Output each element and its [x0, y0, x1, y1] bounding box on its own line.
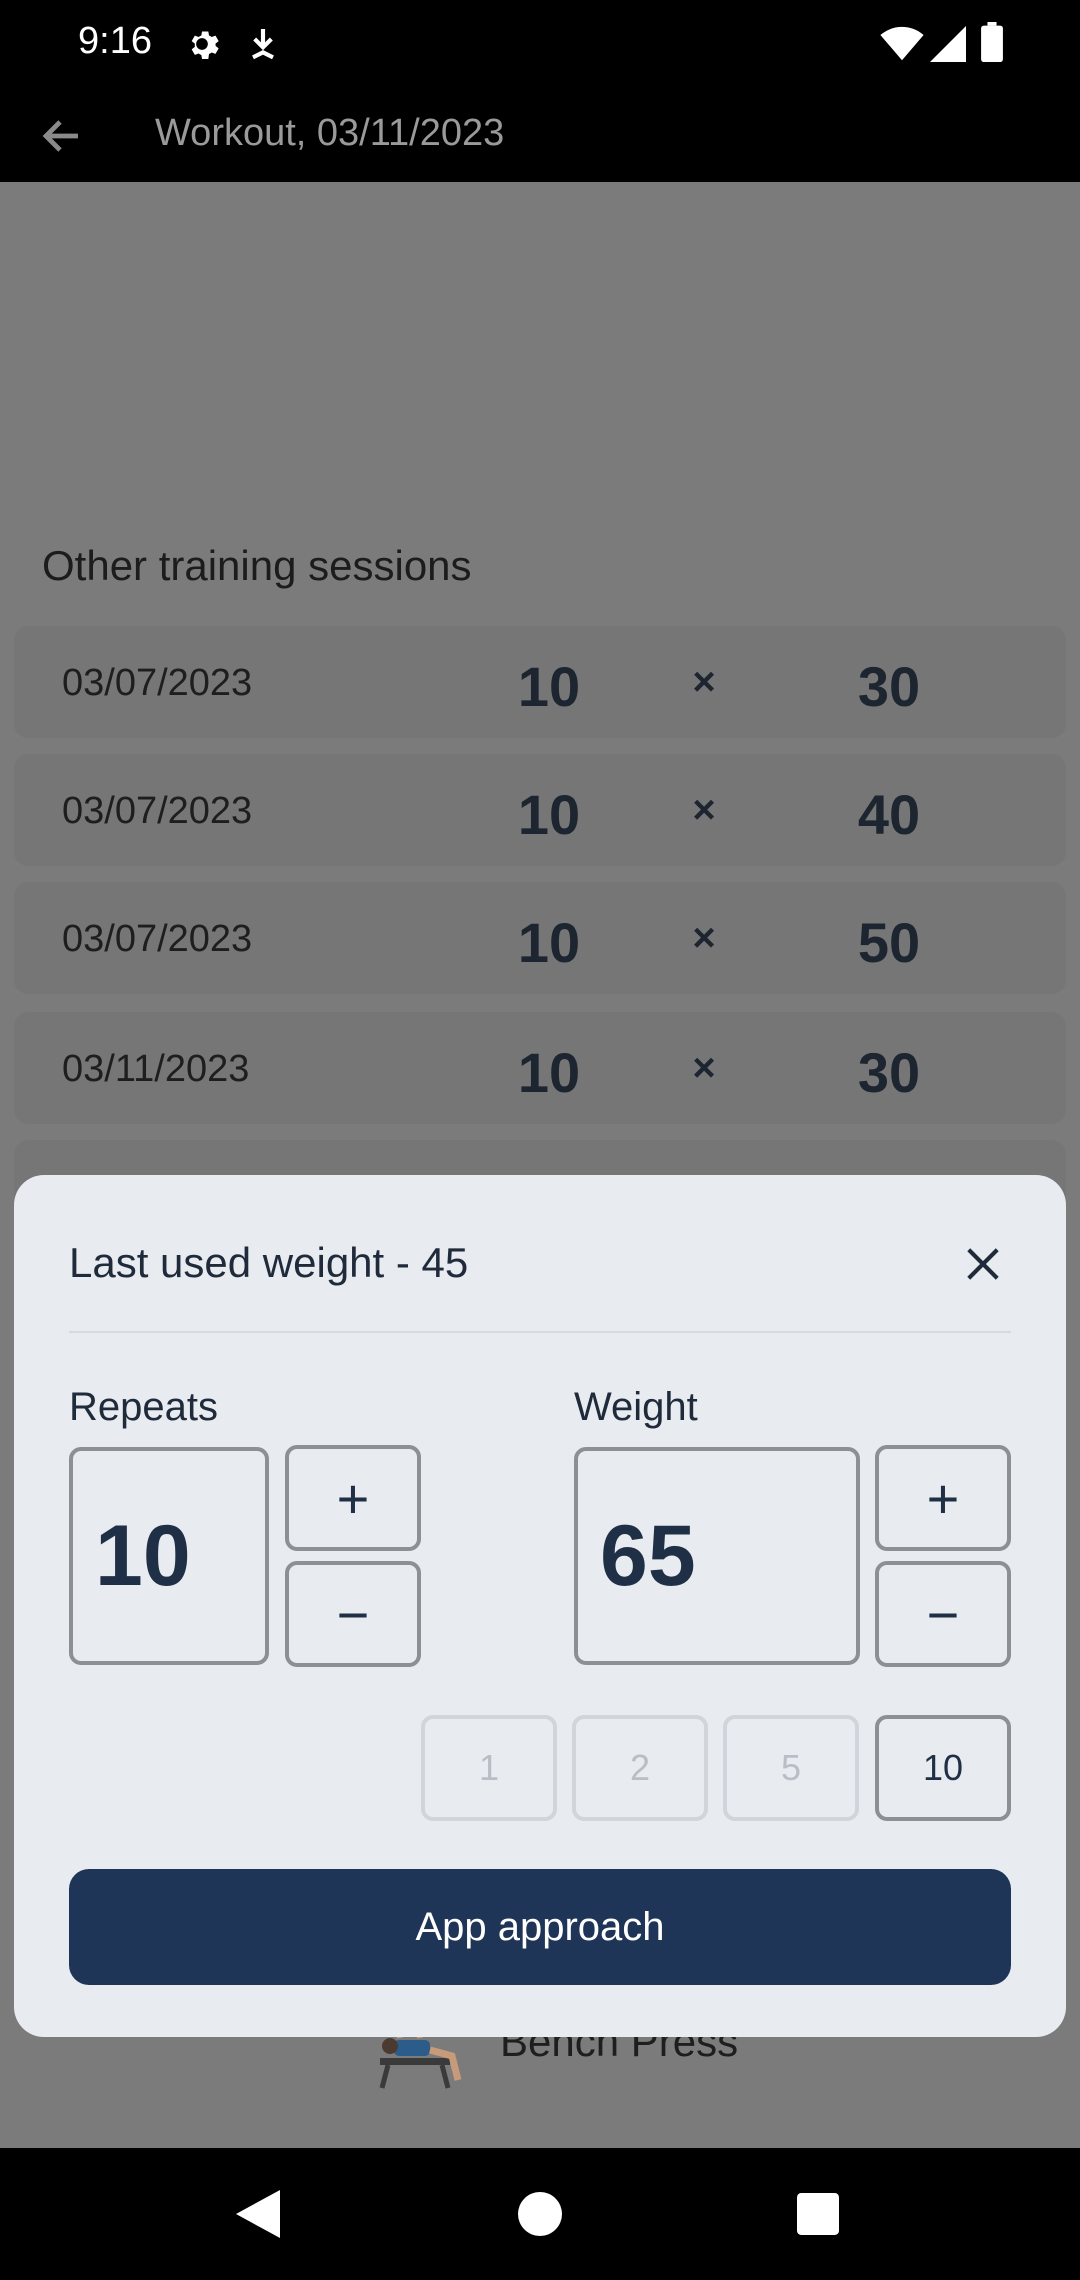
times-sign: × — [692, 660, 716, 704]
session-row[interactable]: 03/07/2023 10 × 40 — [14, 754, 1066, 866]
back-arrow-icon[interactable] — [30, 104, 94, 168]
session-weight: 30 — [857, 1041, 921, 1104]
app-bar: Workout, 03/11/2023 — [0, 90, 1080, 182]
status-time: 9:16 — [78, 20, 152, 62]
weight-increase-button[interactable]: + — [875, 1445, 1011, 1551]
repeats-label: Repeats — [69, 1385, 218, 1429]
session-row[interactable]: 03/07/2023 10 × 50 — [14, 882, 1066, 994]
weight-label: Weight — [574, 1385, 698, 1429]
dialog-title: Last used weight - 45 — [69, 1239, 469, 1286]
repeats-field[interactable]: 10 — [69, 1447, 269, 1665]
increment-2-button[interactable]: 2 — [572, 1715, 708, 1821]
settings-icon — [182, 24, 222, 69]
weight-field[interactable]: 65 — [574, 1447, 860, 1665]
session-weight: 40 — [857, 783, 921, 846]
session-reps: 10 — [517, 911, 581, 974]
session-date: 03/07/2023 — [62, 662, 253, 704]
weight-dialog: Last used weight - 45 Repeats 10 + − Wei… — [14, 1175, 1066, 2037]
nav-recents-icon[interactable] — [786, 2182, 850, 2246]
session-reps: 10 — [517, 1041, 581, 1104]
battery-icon — [980, 22, 1004, 67]
divider — [69, 1331, 1011, 1333]
session-row[interactable]: 03/11/2023 10 × 30 — [14, 1012, 1066, 1124]
session-weight: 50 — [857, 911, 921, 974]
close-icon[interactable] — [956, 1237, 1010, 1291]
repeats-increase-button[interactable]: + — [285, 1445, 421, 1551]
times-sign: × — [692, 916, 716, 960]
nav-home-icon[interactable] — [508, 2182, 572, 2246]
session-reps: 10 — [517, 783, 581, 846]
increment-1-button[interactable]: 1 — [421, 1715, 557, 1821]
increment-10-button[interactable]: 10 — [875, 1715, 1011, 1821]
download-icon — [246, 24, 280, 69]
times-sign: × — [692, 788, 716, 832]
navigation-bar — [0, 2148, 1080, 2280]
weight-decrease-button[interactable]: − — [875, 1561, 1011, 1667]
session-reps: 10 — [517, 655, 581, 718]
phone-screen: 9:16 Workout, 03/11/2023 Other training … — [0, 0, 1080, 2280]
session-date: 03/11/2023 — [62, 1048, 250, 1090]
times-sign: × — [692, 1046, 716, 1090]
wifi-icon — [880, 26, 924, 67]
signal-icon — [930, 26, 966, 67]
repeats-decrease-button[interactable]: − — [285, 1561, 421, 1667]
nav-back-icon[interactable] — [226, 2182, 290, 2246]
status-bar: 9:16 — [0, 0, 1080, 90]
session-date: 03/07/2023 — [62, 790, 253, 832]
session-row[interactable]: 03/07/2023 10 × 30 — [14, 626, 1066, 738]
session-date: 03/07/2023 — [62, 918, 253, 960]
app-approach-button[interactable]: App approach — [69, 1869, 1011, 1985]
page-title: Workout, 03/11/2023 — [155, 112, 505, 154]
increment-5-button[interactable]: 5 — [723, 1715, 859, 1821]
section-title: Other training sessions — [42, 542, 472, 589]
session-weight: 30 — [857, 655, 921, 718]
